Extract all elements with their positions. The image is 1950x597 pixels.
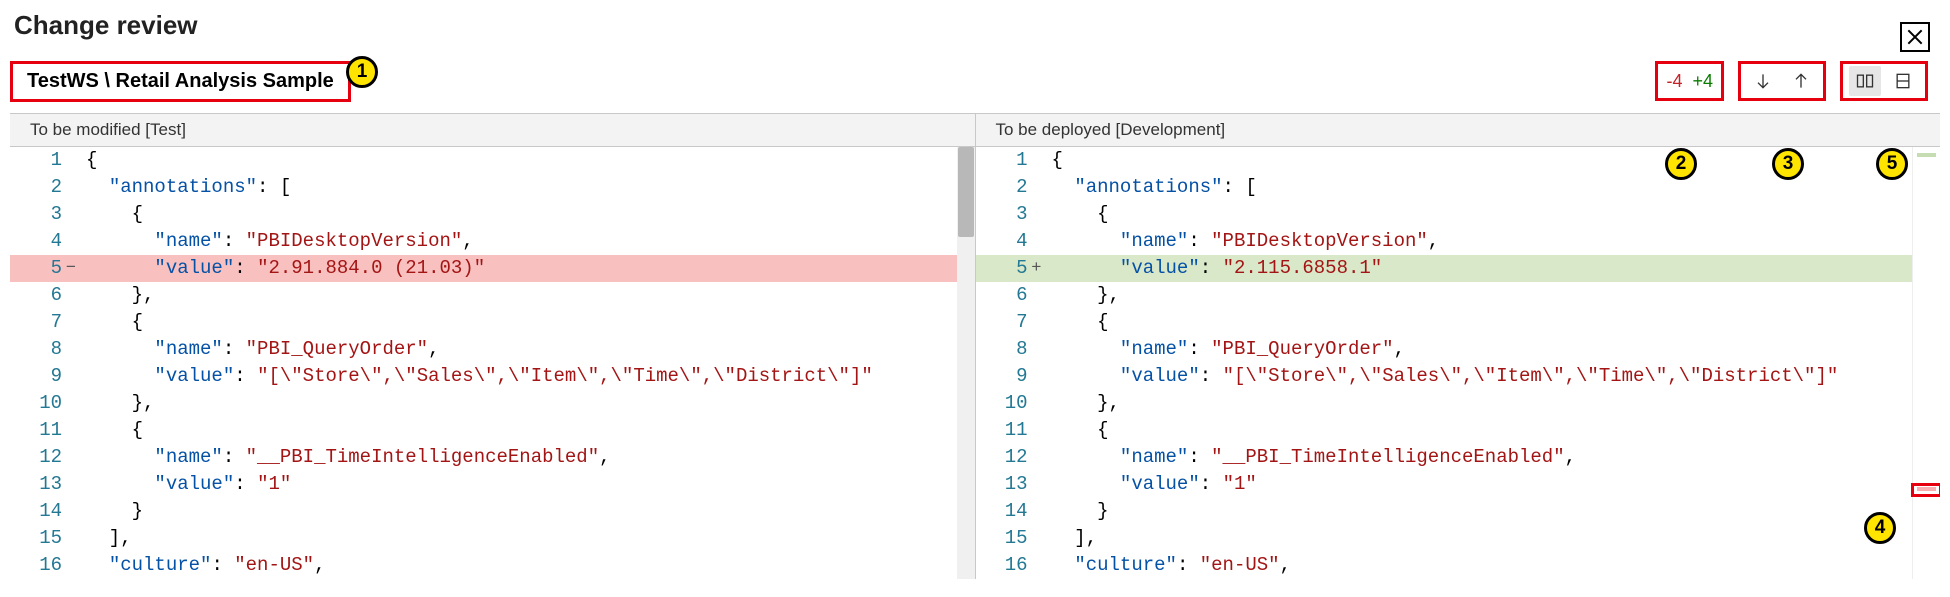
left-pane: 12345678910111213141516 { "annotations":… [10,147,976,579]
callout-5: 5 [1876,148,1908,180]
close-icon [1905,27,1925,47]
inline-view-button[interactable] [1887,66,1919,96]
right-pane-header: To be deployed [Development] [976,114,1941,146]
view-mode-group [1840,61,1928,101]
panes-header: To be modified [Test] To be deployed [De… [10,113,1940,147]
diff-removed-count: -4 [1664,71,1684,92]
left-code[interactable]: { "annotations": [ { "name": "PBIDesktop… [80,147,975,579]
inline-icon [1893,71,1913,91]
next-diff-button[interactable] [1747,66,1779,96]
right-pane: 12345678910111213141516 { "annotations":… [976,147,1941,579]
side-by-side-icon [1855,71,1875,91]
diff-added-count: +4 [1690,71,1715,92]
callout-4: 4 [1864,512,1896,544]
callout-1: 1 [346,56,378,88]
right-minimap[interactable] [1912,147,1940,579]
breadcrumb: TestWS \ Retail Analysis Sample [10,61,351,102]
side-by-side-view-button[interactable] [1849,66,1881,96]
arrow-up-icon [1791,71,1811,91]
diff-nav-group [1738,61,1826,101]
callout-2: 2 [1665,148,1697,180]
minimap-marker[interactable] [1911,483,1940,497]
close-button[interactable] [1900,22,1930,52]
left-gutter: 12345678910111213141516 [10,147,80,579]
right-gutter: 12345678910111213141516 [976,147,1046,579]
left-pane-header: To be modified [Test] [10,114,976,146]
dialog-title: Change review [14,10,1940,41]
toolbar-right: -4 +4 [1655,61,1940,101]
arrow-down-icon [1753,71,1773,91]
callout-3: 3 [1772,148,1804,180]
left-scrollbar[interactable] [957,147,975,579]
right-code[interactable]: { "annotations": [ { "name": "PBIDesktop… [1046,147,1941,579]
diff-count-group: -4 +4 [1655,61,1724,101]
prev-diff-button[interactable] [1785,66,1817,96]
diff-panes: 12345678910111213141516 { "annotations":… [10,147,1940,579]
left-scroll-thumb[interactable] [958,147,974,237]
